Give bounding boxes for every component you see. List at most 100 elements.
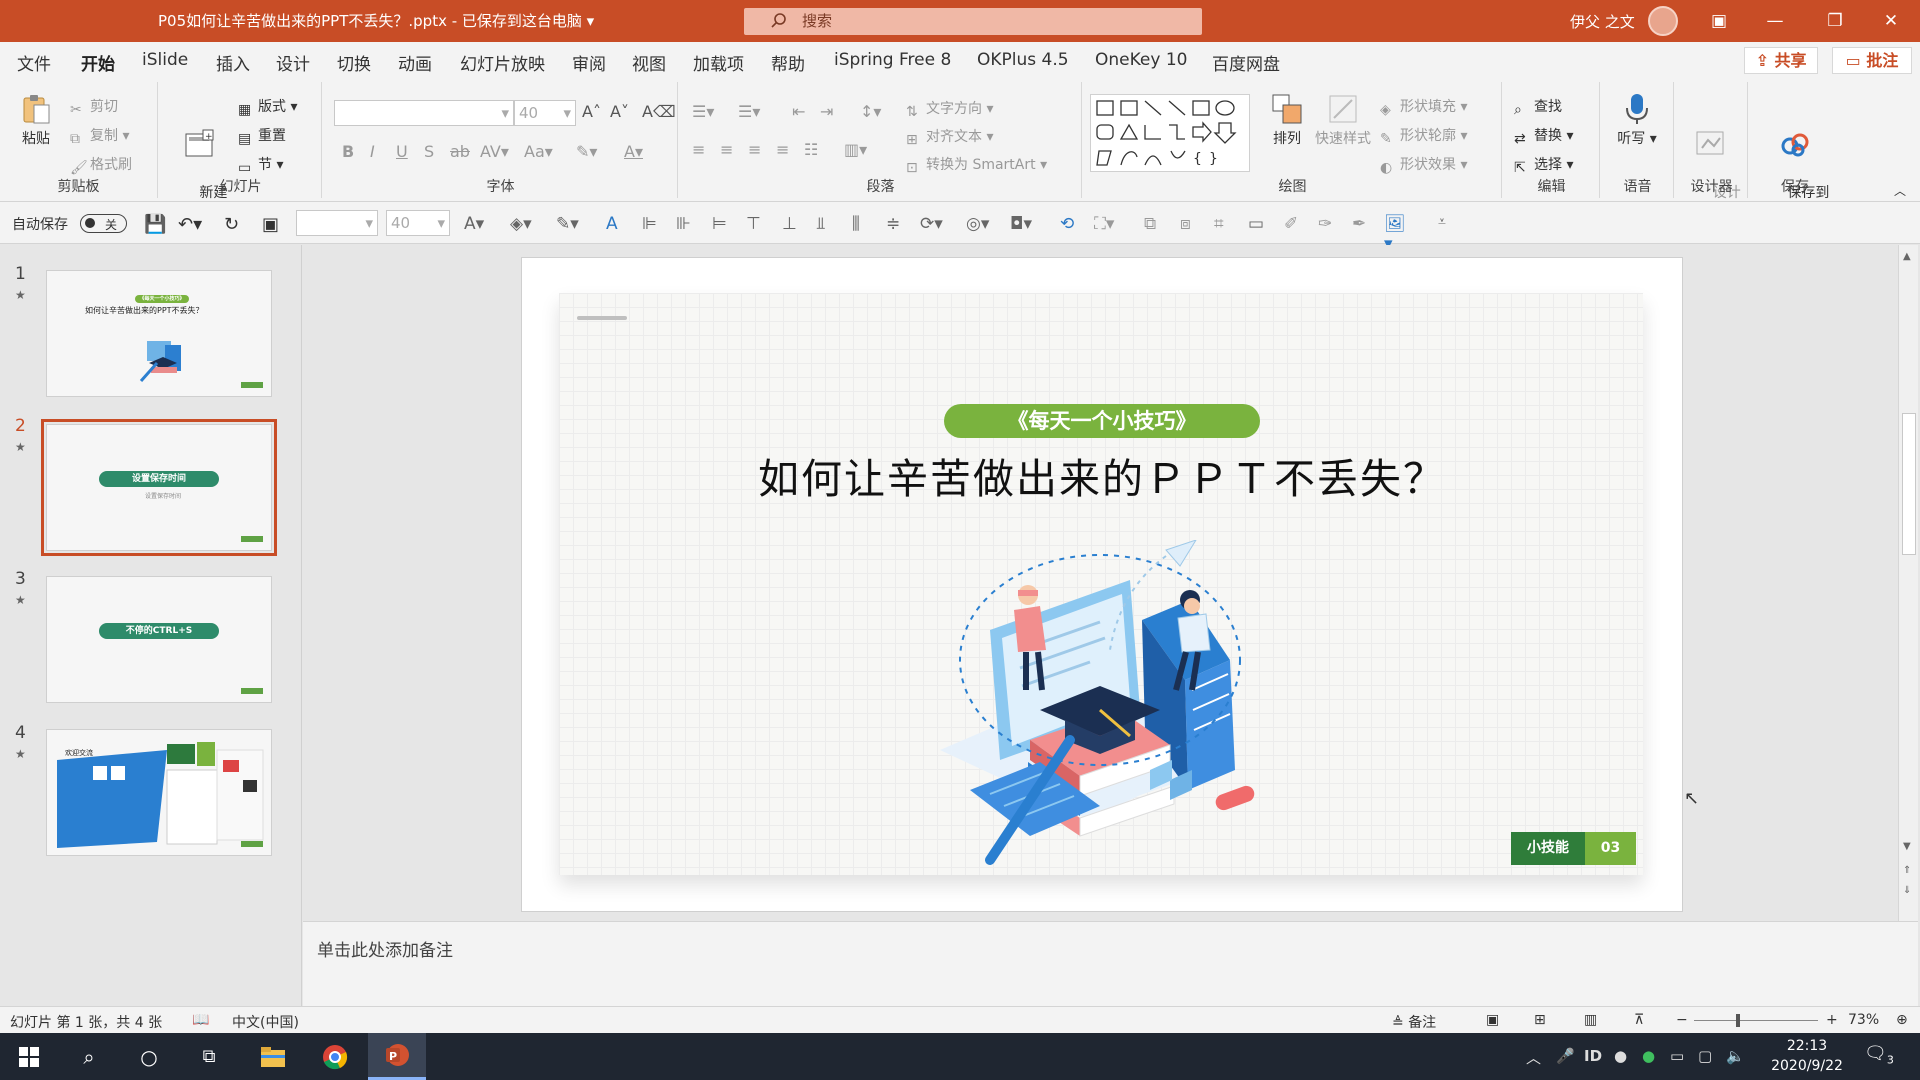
find-button[interactable]: ⌕ 查找 — [1514, 96, 1562, 118]
action-center-icon[interactable]: 🗨3 — [1864, 1043, 1894, 1067]
shape-format-icon[interactable]: ◘▾ — [1010, 214, 1032, 234]
tab-baidu[interactable]: 百度网盘 — [1212, 50, 1280, 75]
network-icon[interactable]: ▢ — [1698, 1047, 1712, 1065]
slide-thumbnail-1[interactable]: 《每天一个小技巧》 如何让辛苦做出来的PPT不丢失？ — [46, 270, 272, 397]
file-explorer-button[interactable] — [244, 1033, 302, 1080]
user-name[interactable]: 伊父 之文 — [1570, 11, 1635, 32]
align-middle-icon[interactable]: ⊥ — [782, 214, 802, 234]
fit-slide-icon[interactable]: ⊕ — [1896, 1012, 1908, 1028]
font-color-icon[interactable]: A▾ — [464, 214, 484, 234]
tab-okplus[interactable]: OKPlus 4.5 — [977, 50, 1069, 70]
text-direction-button[interactable]: ⇅ 文字方向 ▾ — [906, 98, 993, 120]
slide-pill-label[interactable]: 《每天一个小技巧》 — [944, 404, 1260, 438]
align-right-objects-icon[interactable]: ⊨ — [712, 214, 732, 234]
tab-islide[interactable]: iSlide — [142, 50, 188, 70]
previous-slide-icon[interactable]: ⇑ — [1903, 865, 1911, 876]
eyedropper-icon[interactable]: ✑ — [1318, 214, 1338, 234]
slideshow-view-icon[interactable]: ⊼ — [1634, 1012, 1644, 1028]
font-color-icon[interactable]: A▾ — [624, 142, 643, 161]
battery-icon[interactable]: ▭ — [1670, 1047, 1684, 1065]
align-center-objects-icon[interactable]: ⊪ — [676, 214, 696, 234]
start-button[interactable] — [0, 1033, 58, 1080]
tab-review[interactable]: 审阅 — [572, 50, 606, 75]
zoom-slider[interactable] — [1694, 1014, 1818, 1027]
autosave-toggle[interactable]: 关 — [80, 214, 127, 233]
slide-thumbnail-3[interactable]: 不停的CTRL+S — [46, 576, 272, 703]
smartart-button[interactable]: ⊡ 转换为 SmartArt ▾ — [906, 154, 1047, 176]
underline-icon[interactable]: U — [396, 142, 408, 161]
brush-icon[interactable]: ✒ — [1352, 214, 1372, 234]
restore-icon[interactable]: ❐ — [1820, 8, 1850, 34]
tab-onekey[interactable]: OneKey 10 — [1095, 50, 1187, 70]
qq-tray-icon[interactable]: ● — [1614, 1047, 1627, 1065]
clear-format-icon[interactable]: A⌫ — [642, 102, 676, 121]
arrange-button[interactable]: 排列 — [1262, 92, 1312, 148]
tab-home[interactable]: 开始 — [81, 50, 115, 82]
shadow-icon[interactable]: S — [424, 142, 434, 161]
layout-button[interactable]: ▦ 版式 ▾ — [238, 96, 297, 118]
edit-points-icon[interactable]: ⟲ — [1060, 214, 1080, 234]
align-left-icon[interactable]: ≡ — [692, 140, 705, 159]
crop-icon[interactable]: ⌗ — [1214, 214, 1234, 234]
customize-qat-icon[interactable]: ⩡ — [1438, 214, 1458, 234]
tab-file[interactable]: 文件 — [17, 50, 51, 75]
crop-shape-icon[interactable]: ⛶▾ — [1094, 214, 1114, 234]
paste-button[interactable]: 粘贴 — [12, 92, 60, 148]
reset-button[interactable]: ▤ 重置 — [238, 125, 286, 147]
normal-view-icon[interactable]: ▣ — [1486, 1012, 1499, 1028]
format-painter-icon[interactable]: ✐ — [1284, 214, 1304, 234]
columns-icon[interactable]: ▥▾ — [844, 140, 867, 159]
shrink-font-icon[interactable]: A˅ — [610, 102, 629, 121]
char-spacing-icon[interactable]: AV▾ — [480, 142, 509, 161]
ribbon-display-icon[interactable]: ▣ — [1704, 8, 1734, 34]
screenshot-icon[interactable]: ▭ — [1248, 214, 1268, 234]
cortana-button[interactable]: ○ — [120, 1033, 178, 1080]
minimize-icon[interactable]: — — [1760, 8, 1790, 34]
line-spacing-icon[interactable]: ↕▾ — [860, 102, 881, 121]
tab-insert[interactable]: 插入 — [216, 50, 250, 75]
tab-transitions[interactable]: 切换 — [337, 50, 371, 75]
align-right-icon[interactable]: ≡ — [748, 140, 761, 159]
select-button[interactable]: ⇱ 选择 ▾ — [1514, 154, 1573, 176]
spellcheck-icon[interactable]: 📖 — [192, 1012, 209, 1028]
bold-icon[interactable]: B — [342, 142, 354, 161]
bullets-icon[interactable]: ☰▾ — [692, 102, 714, 121]
slide-thumbnail-4[interactable]: 欢迎交流 — [46, 729, 272, 856]
zoom-slider-thumb[interactable] — [1736, 1014, 1740, 1027]
insert-picture-icon[interactable]: 🖼▾ — [1384, 214, 1406, 254]
group-icon[interactable]: ⧉ — [1144, 214, 1164, 234]
search-box[interactable]: 搜索 — [744, 8, 1202, 35]
volume-icon[interactable]: 🔈 — [1726, 1047, 1745, 1065]
chrome-button[interactable] — [306, 1033, 364, 1080]
taskbar-search[interactable]: ⌕ — [60, 1033, 118, 1080]
share-button[interactable]: ⇪ 共享 — [1744, 47, 1818, 74]
align-top-icon[interactable]: ⊤ — [746, 214, 766, 234]
collapse-ribbon-icon[interactable]: ︿ — [1894, 182, 1906, 199]
format-painter-button[interactable]: 🖌 格式刷 — [70, 154, 132, 176]
rotate-icon[interactable]: ⟳▾ — [920, 214, 943, 234]
shape-outline-button[interactable]: ✎ 形状轮廓 ▾ — [1380, 125, 1467, 147]
outline-color-icon[interactable]: ✎▾ — [556, 214, 579, 234]
comment-button[interactable]: ▭ 批注 — [1832, 47, 1912, 74]
powerpoint-taskbar-button[interactable]: P — [368, 1033, 426, 1080]
reading-view-icon[interactable]: ▥ — [1584, 1012, 1597, 1028]
font-size-dropdown[interactable]: 40 ▾ — [514, 100, 576, 126]
distribute-vertical-icon[interactable]: ≑ — [886, 214, 906, 234]
copy-button[interactable]: ⧉ 复制 ▾ — [70, 125, 129, 147]
tray-overflow-icon[interactable]: ︿ — [1526, 1047, 1541, 1068]
highlight-icon[interactable]: ✎▾ — [576, 142, 597, 161]
slide-tag[interactable]: 小技能 03 — [1511, 832, 1636, 865]
taskbar-clock[interactable]: 22:13 2020/9/22 — [1762, 1036, 1852, 1076]
document-title[interactable]: P05如何让辛苦做出来的PPT不丢失？.pptx - 已保存到这台电脑 ▾ — [158, 10, 594, 31]
align-bottom-icon[interactable]: ⫫ — [816, 214, 836, 234]
qat-font-dropdown[interactable]: ▾ — [296, 210, 378, 236]
quick-styles-button[interactable]: 快速样式 — [1310, 92, 1376, 148]
font-name-dropdown[interactable]: ▾ — [334, 100, 514, 126]
tab-animations[interactable]: 动画 — [398, 50, 432, 75]
task-view-button[interactable]: ⧉ — [180, 1033, 238, 1080]
redo-icon[interactable]: ↻ — [224, 214, 244, 235]
section-button[interactable]: ▭ 节 ▾ — [238, 154, 283, 176]
qat-size-dropdown[interactable]: 40 ▾ — [386, 210, 450, 236]
tab-design[interactable]: 设计 — [276, 50, 310, 75]
input-method-icon[interactable]: ID — [1584, 1047, 1602, 1065]
